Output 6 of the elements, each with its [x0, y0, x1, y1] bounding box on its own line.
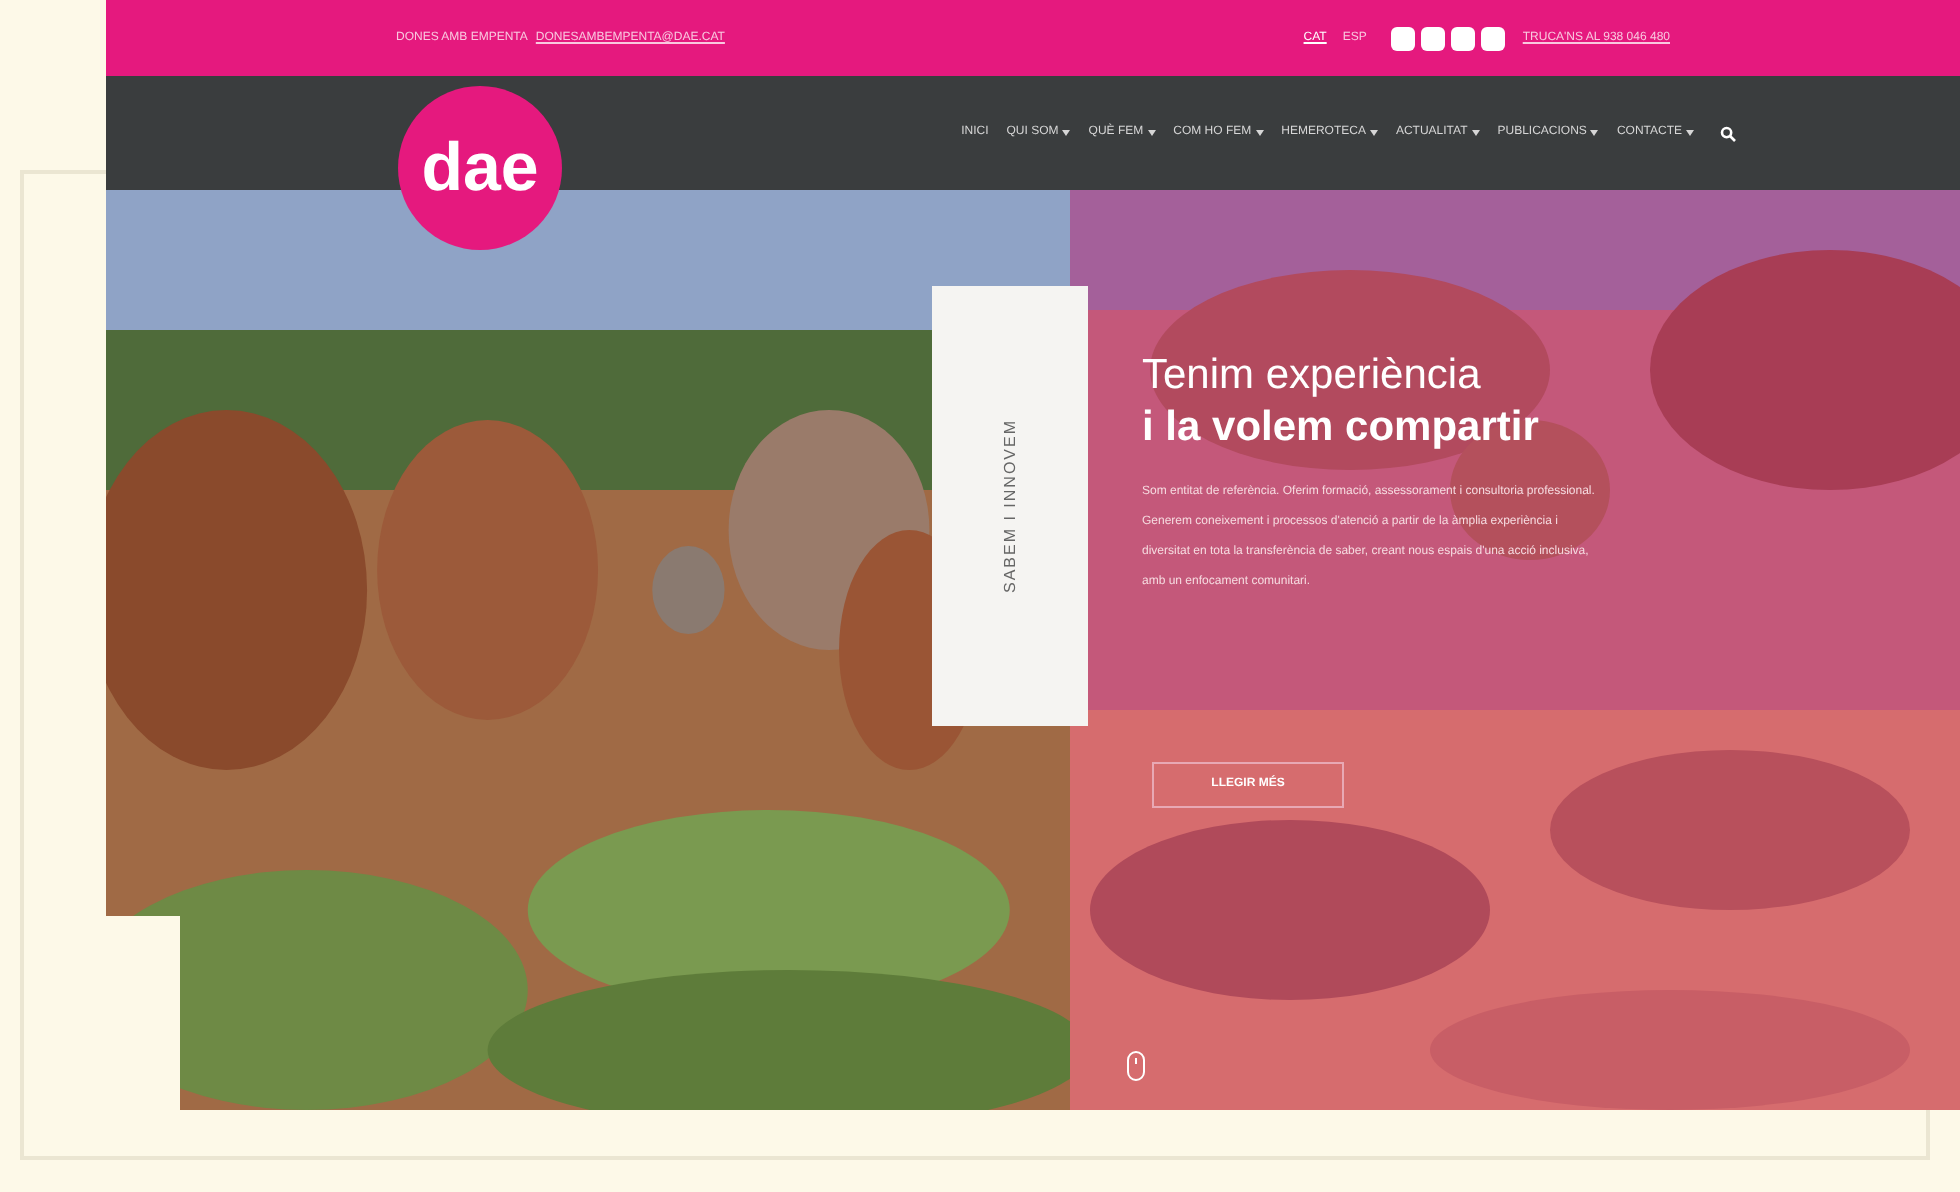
- search-icon[interactable]: [1720, 125, 1736, 141]
- scroll-mouse-icon: [1126, 1050, 1146, 1082]
- logo[interactable]: dae: [398, 86, 562, 250]
- hero-title: i la volem compartir: [1142, 402, 1541, 454]
- hero-title: Tenim experiència: [1142, 350, 1483, 402]
- vertical-tab-label: SABEM I INNOVEM: [998, 419, 1020, 593]
